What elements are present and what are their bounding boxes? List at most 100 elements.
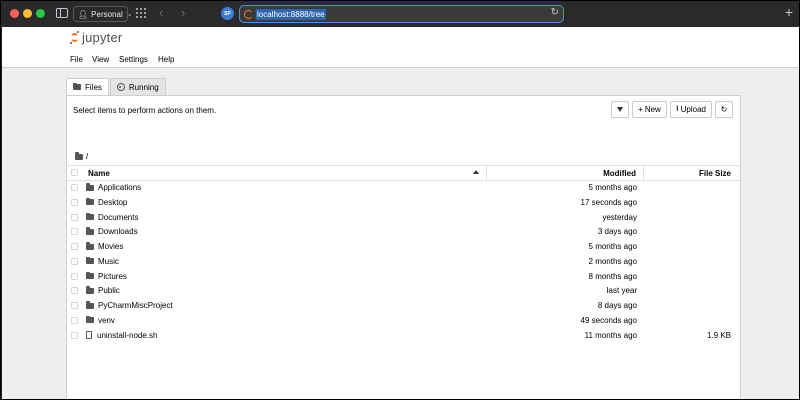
chevron-down-icon: ⌄ xyxy=(126,11,133,18)
table-row[interactable]: Movies 5 months ago xyxy=(67,240,740,255)
loading-spinner-icon xyxy=(244,9,253,19)
row-name[interactable]: venv xyxy=(98,316,115,325)
column-divider xyxy=(643,166,644,181)
jupyter-page: jupyter File View Settings Help Files Ru… xyxy=(2,27,799,399)
row-checkbox[interactable] xyxy=(71,257,78,265)
reload-icon[interactable]: ↻ xyxy=(551,7,559,18)
tab-running-label: Running xyxy=(128,82,159,92)
jupyter-logo[interactable]: jupyter xyxy=(69,30,122,45)
tab-files[interactable]: Files xyxy=(66,78,109,95)
menu-bar: File View Settings Help xyxy=(2,52,799,68)
close-window-button[interactable] xyxy=(10,9,19,18)
file-toolbar: + New ⭱ Upload ↻ xyxy=(611,101,733,118)
table-row[interactable]: PyCharmMiscProject 8 days ago xyxy=(67,299,740,314)
row-name[interactable]: Pictures xyxy=(98,272,127,281)
column-header-name[interactable]: Name xyxy=(88,169,110,178)
row-checkbox[interactable] xyxy=(71,316,78,324)
row-name-cell[interactable]: Applications xyxy=(86,183,141,192)
row-checkbox[interactable] xyxy=(71,272,78,280)
row-modified: 17 seconds ago xyxy=(580,197,638,207)
folder-icon xyxy=(86,183,94,191)
row-checkbox[interactable] xyxy=(71,228,78,236)
row-modified: 5 months ago xyxy=(588,242,637,251)
row-name-cell[interactable]: PyCharmMiscProject xyxy=(86,301,173,310)
menu-settings[interactable]: Settings xyxy=(119,55,148,64)
browser-toolbar: 👤︎ Personal ⌄ ‹ › SP localhost:8888/tree… xyxy=(1,1,799,27)
menu-help[interactable]: Help xyxy=(158,55,174,64)
menu-view[interactable]: View xyxy=(92,55,109,64)
refresh-button[interactable]: ↻ xyxy=(715,101,733,118)
table-row[interactable]: Music 2 months ago xyxy=(67,255,740,270)
row-name-cell[interactable]: Music xyxy=(86,256,119,266)
new-tab-icon[interactable]: + xyxy=(785,4,793,20)
selection-instructions: Select items to perform actions on them. xyxy=(73,106,217,115)
table-row[interactable]: Downloads 3 days ago xyxy=(67,225,740,240)
row-modified: 11 months ago xyxy=(584,330,637,340)
column-divider xyxy=(486,166,487,181)
row-name-cell[interactable]: Pictures xyxy=(86,271,127,281)
filter-button[interactable] xyxy=(611,101,630,118)
row-name-cell[interactable]: venv xyxy=(86,315,115,325)
row-name-cell[interactable]: uninstall-node.sh xyxy=(86,331,157,340)
select-all-checkbox[interactable] xyxy=(71,169,78,176)
row-name-cell[interactable]: Movies xyxy=(86,242,123,251)
minimize-window-button[interactable] xyxy=(23,9,32,18)
extension-icon[interactable]: SP xyxy=(221,7,234,20)
row-file-size: 1.9 KB xyxy=(706,330,731,340)
row-modified: 8 days ago xyxy=(597,301,637,310)
forward-arrow-icon[interactable]: › xyxy=(181,5,185,20)
folder-icon xyxy=(86,286,94,294)
row-checkbox[interactable] xyxy=(71,302,78,309)
table-row[interactable]: Documents yesterday xyxy=(67,211,740,226)
column-header-file-size[interactable]: File Size xyxy=(699,169,731,178)
tab-running[interactable]: Running xyxy=(109,78,166,95)
folder-icon xyxy=(86,256,94,265)
maximize-window-button[interactable] xyxy=(36,9,45,18)
row-modified: 2 months ago xyxy=(588,256,637,266)
row-name[interactable]: uninstall-node.sh xyxy=(97,331,157,340)
row-name[interactable]: Music xyxy=(98,257,119,266)
upload-button-label: Upload xyxy=(680,105,706,114)
row-name-cell[interactable]: Desktop xyxy=(86,197,127,207)
address-bar[interactable]: localhost:8888/tree ↻ xyxy=(239,5,564,23)
row-name[interactable]: Public xyxy=(98,286,120,295)
folder-icon xyxy=(86,197,94,206)
row-name-cell[interactable]: Downloads xyxy=(86,227,138,236)
row-checkbox[interactable] xyxy=(71,331,78,339)
sort-ascending-icon[interactable] xyxy=(473,170,479,174)
url-text[interactable]: localhost:8888/tree xyxy=(256,8,326,20)
profile-selector[interactable]: 👤︎ Personal ⌄ xyxy=(73,6,133,22)
new-button[interactable]: + New xyxy=(632,101,667,118)
refresh-icon: ↻ xyxy=(720,105,728,114)
row-name[interactable]: Movies xyxy=(98,242,123,251)
row-checkbox[interactable] xyxy=(71,243,78,250)
sidebar-toggle-icon[interactable] xyxy=(56,8,68,18)
row-modified: last year xyxy=(606,286,637,296)
tab-overview-icon[interactable] xyxy=(136,8,146,18)
jupyter-logo-icon xyxy=(69,30,80,45)
table-row[interactable]: Applications 5 months ago xyxy=(67,181,740,196)
upload-button[interactable]: ⭱ Upload xyxy=(669,101,712,118)
home-folder-icon[interactable] xyxy=(75,152,83,160)
breadcrumb-path[interactable]: / xyxy=(86,152,88,161)
row-checkbox[interactable] xyxy=(71,287,78,295)
row-name-cell[interactable]: Documents xyxy=(86,212,138,222)
row-name[interactable]: PyCharmMiscProject xyxy=(98,301,173,310)
back-arrow-icon[interactable]: ‹ xyxy=(159,5,163,20)
column-header-modified[interactable]: Modified xyxy=(603,169,636,178)
person-icon: 👤︎ xyxy=(78,9,89,19)
table-row[interactable]: venv 49 seconds ago xyxy=(67,314,740,329)
table-row[interactable]: Desktop 17 seconds ago xyxy=(67,196,740,211)
row-checkbox[interactable] xyxy=(71,213,78,221)
row-name[interactable]: Documents xyxy=(98,213,138,222)
row-name[interactable]: Downloads xyxy=(98,227,138,236)
row-checkbox[interactable] xyxy=(71,198,78,206)
row-name[interactable]: Applications xyxy=(98,183,141,192)
row-name-cell[interactable]: Public xyxy=(86,286,120,295)
table-row[interactable]: uninstall-node.sh 11 months ago 1.9 KB xyxy=(67,329,740,344)
menu-file[interactable]: File xyxy=(70,55,83,64)
table-row[interactable]: Pictures 8 months ago xyxy=(67,270,740,285)
row-checkbox[interactable] xyxy=(71,184,78,191)
table-row[interactable]: Public last year xyxy=(67,284,740,299)
row-name[interactable]: Desktop xyxy=(98,198,127,207)
